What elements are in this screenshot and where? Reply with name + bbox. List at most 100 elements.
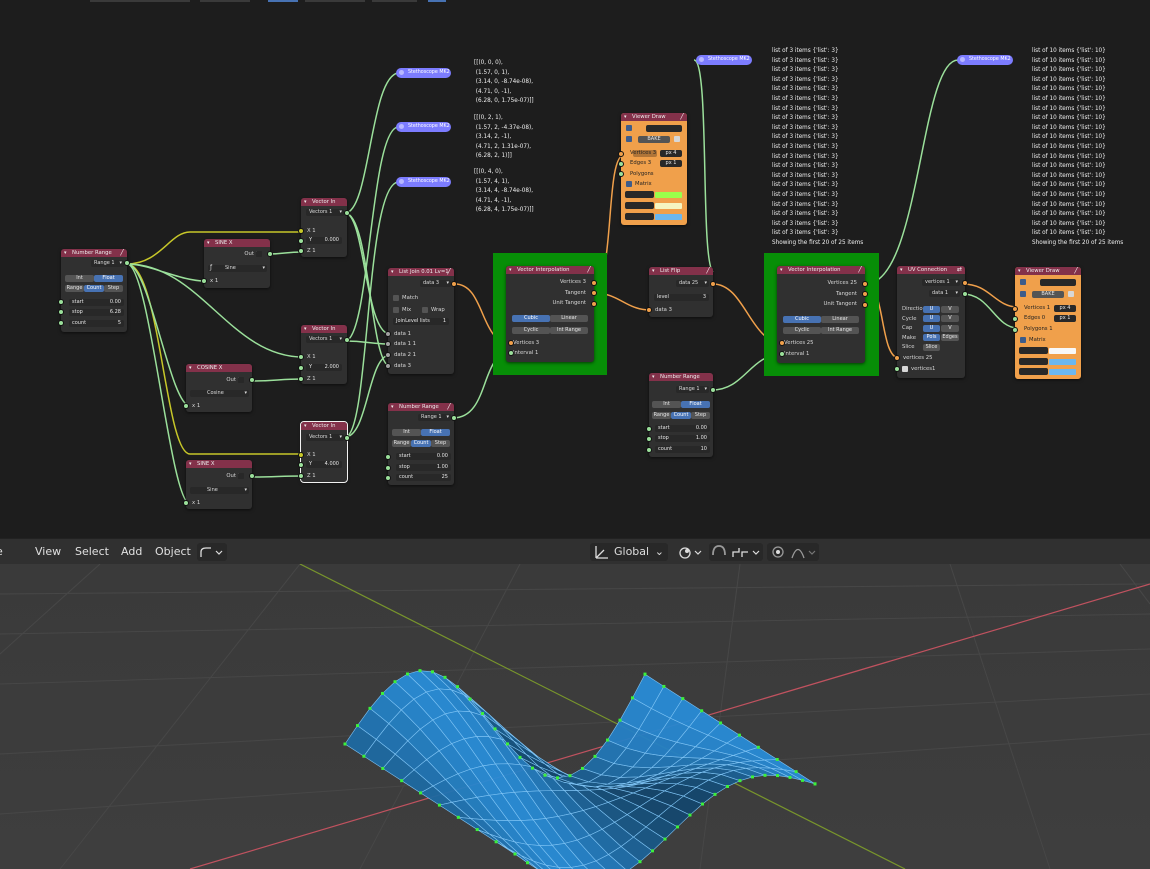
node-header[interactable]: UV Connection⇄ <box>897 266 965 274</box>
option-b-toggle[interactable]: V <box>941 305 959 313</box>
input-socket[interactable] <box>58 309 64 315</box>
int-range-toggle[interactable]: Int Range <box>550 327 588 334</box>
output-range[interactable]: Range 1 <box>676 386 709 393</box>
mode-cubic[interactable]: Cubic <box>512 315 550 322</box>
bake-button[interactable]: BAKE <box>1032 291 1064 298</box>
input-socket[interactable] <box>646 426 652 432</box>
cyclic-toggle[interactable]: Cyclic <box>512 327 550 334</box>
funnel-icon[interactable] <box>626 136 632 142</box>
step-range[interactable]: Range <box>65 285 84 292</box>
stethoscope-node[interactable]: Stethoscope MK2 <box>396 177 451 187</box>
input-socket[interactable] <box>298 452 304 458</box>
input-socket[interactable] <box>298 376 304 382</box>
input-socket[interactable] <box>58 320 64 326</box>
step-range[interactable]: Range <box>652 412 671 419</box>
vertex-display-controls[interactable] <box>625 191 654 198</box>
pivot-dropdown[interactable] <box>676 543 706 561</box>
stethoscope-node[interactable]: Stethoscope MK2 <box>696 55 752 65</box>
output-socket[interactable] <box>710 387 716 393</box>
input-socket[interactable] <box>298 248 304 254</box>
output-data[interactable]: data 25 <box>676 280 709 287</box>
stethoscope-node[interactable]: Stethoscope MK2 <box>396 68 451 78</box>
point-size-field[interactable]: px 4 <box>660 150 682 157</box>
stop-field[interactable]: stop 1.00 <box>655 435 710 442</box>
input-socket[interactable] <box>618 171 624 177</box>
surface-mesh[interactable] <box>0 564 1150 869</box>
mode-int[interactable]: Int <box>392 429 421 436</box>
vertex-color-swatch[interactable] <box>655 192 682 198</box>
mode-int[interactable]: Int <box>652 401 681 408</box>
output-socket[interactable] <box>344 435 350 441</box>
option-b-toggle[interactable]: V <box>941 315 959 322</box>
step-step[interactable]: Step <box>431 440 450 447</box>
sine-x-node[interactable]: SINE X Out 1 Sine ƒ x 1 <box>201 239 273 288</box>
y-field[interactable]: Y 2.000 <box>306 364 342 371</box>
mode-menu-tail[interactable]: e <box>0 545 3 558</box>
step-step[interactable]: Step <box>691 412 710 419</box>
node-header[interactable]: Number Range <box>649 373 713 381</box>
list-join-node[interactable]: List Join 0.01 Lv=1╱ data 3 Match Mix Wr… <box>385 268 457 374</box>
mode-linear[interactable]: Linear <box>821 316 859 323</box>
eye-icon[interactable] <box>1020 279 1026 285</box>
input-socket[interactable] <box>646 307 652 313</box>
input-socket[interactable] <box>58 299 64 305</box>
input-socket[interactable] <box>183 403 189 409</box>
input-socket[interactable] <box>298 365 304 371</box>
stethoscope-node[interactable]: Stethoscope MK2 <box>396 122 451 132</box>
bake-button[interactable]: BAKE <box>638 136 670 143</box>
input-socket[interactable] <box>385 465 391 471</box>
mode-int[interactable]: Int <box>65 275 94 282</box>
mode-float[interactable]: Float <box>94 275 123 282</box>
level-field[interactable]: level 3 <box>654 294 709 301</box>
output-socket[interactable] <box>962 291 968 297</box>
cosine-x-node[interactable]: COSINE X Out 1 Cosine x 1 <box>183 364 255 412</box>
edge-display-controls[interactable] <box>625 202 654 209</box>
join-level-field[interactable]: JoinLevel lists 1 <box>393 318 449 325</box>
funnel-icon[interactable] <box>1020 291 1026 297</box>
count-field[interactable]: count 25 <box>396 474 451 481</box>
option-a-toggle[interactable]: U <box>923 315 940 322</box>
display-toggles[interactable] <box>1040 279 1076 286</box>
input-socket[interactable] <box>1012 306 1018 312</box>
input-socket[interactable] <box>646 436 652 442</box>
int-range-toggle[interactable]: Int Range <box>821 327 859 334</box>
output-socket[interactable] <box>451 281 457 287</box>
uv-connection-node[interactable]: UV Connection⇄ vertices 1 data 1 Directi… <box>894 266 968 378</box>
function-dropdown[interactable]: Sine <box>190 487 249 494</box>
input-socket[interactable] <box>508 350 514 356</box>
eye-icon[interactable] <box>626 125 632 131</box>
input-socket[interactable] <box>183 500 189 506</box>
start-field[interactable]: start 0.00 <box>655 425 710 432</box>
number-range-node[interactable]: Number Range╱ Range 1 Int Float Range Co… <box>58 249 130 332</box>
output-vectors[interactable]: Vectors 1 <box>306 336 344 343</box>
input-socket[interactable] <box>385 341 391 347</box>
output-toggle[interactable] <box>238 377 244 383</box>
start-field[interactable]: start 0.00 <box>69 299 124 306</box>
node-header[interactable]: Vector In <box>301 422 347 430</box>
snap-controls[interactable] <box>709 543 763 561</box>
vector-in-node[interactable]: Vector In Vectors 1 X 1 Y 0.000 Z 1 <box>298 198 350 257</box>
output-vertices[interactable]: vertices 1 <box>922 279 960 286</box>
vector-in-node[interactable]: Vector In Vectors 1 X 1 Y 4.000 Z 1 <box>298 421 350 483</box>
stop-field[interactable]: stop 1.00 <box>396 464 451 471</box>
node-header[interactable]: Number Range╱ <box>388 403 454 411</box>
vector-in-node[interactable]: Vector In Vectors 1 X 1 Y 2.000 Z 1 <box>298 325 350 384</box>
face-color-swatch[interactable] <box>1049 369 1076 375</box>
input-socket[interactable] <box>201 278 207 284</box>
viewer-draw-node[interactable]: Viewer Draw╱ BAKE Vertices 1 px 4 Edges … <box>1012 267 1081 379</box>
sine-x-node[interactable]: SINE X Out 1 Sine x 1 <box>183 460 255 509</box>
transform-orientation-dropdown[interactable]: Global ⌄ <box>590 543 668 561</box>
mix-checkbox[interactable] <box>393 307 399 313</box>
edge-display-controls[interactable] <box>1019 358 1048 365</box>
edge-width-field[interactable]: px 1 <box>1054 315 1076 322</box>
output-toggle[interactable] <box>238 473 244 479</box>
input-socket[interactable] <box>779 340 785 346</box>
step-count[interactable]: Count <box>411 440 431 447</box>
output-socket[interactable] <box>451 415 457 421</box>
output-vectors[interactable]: Vectors 1 <box>306 434 344 441</box>
output-vectors[interactable]: Vectors 1 <box>306 209 344 216</box>
step-count[interactable]: Count <box>84 285 104 292</box>
output-socket[interactable] <box>267 251 273 257</box>
input-socket[interactable] <box>779 351 785 357</box>
output-toggle[interactable] <box>256 251 262 257</box>
